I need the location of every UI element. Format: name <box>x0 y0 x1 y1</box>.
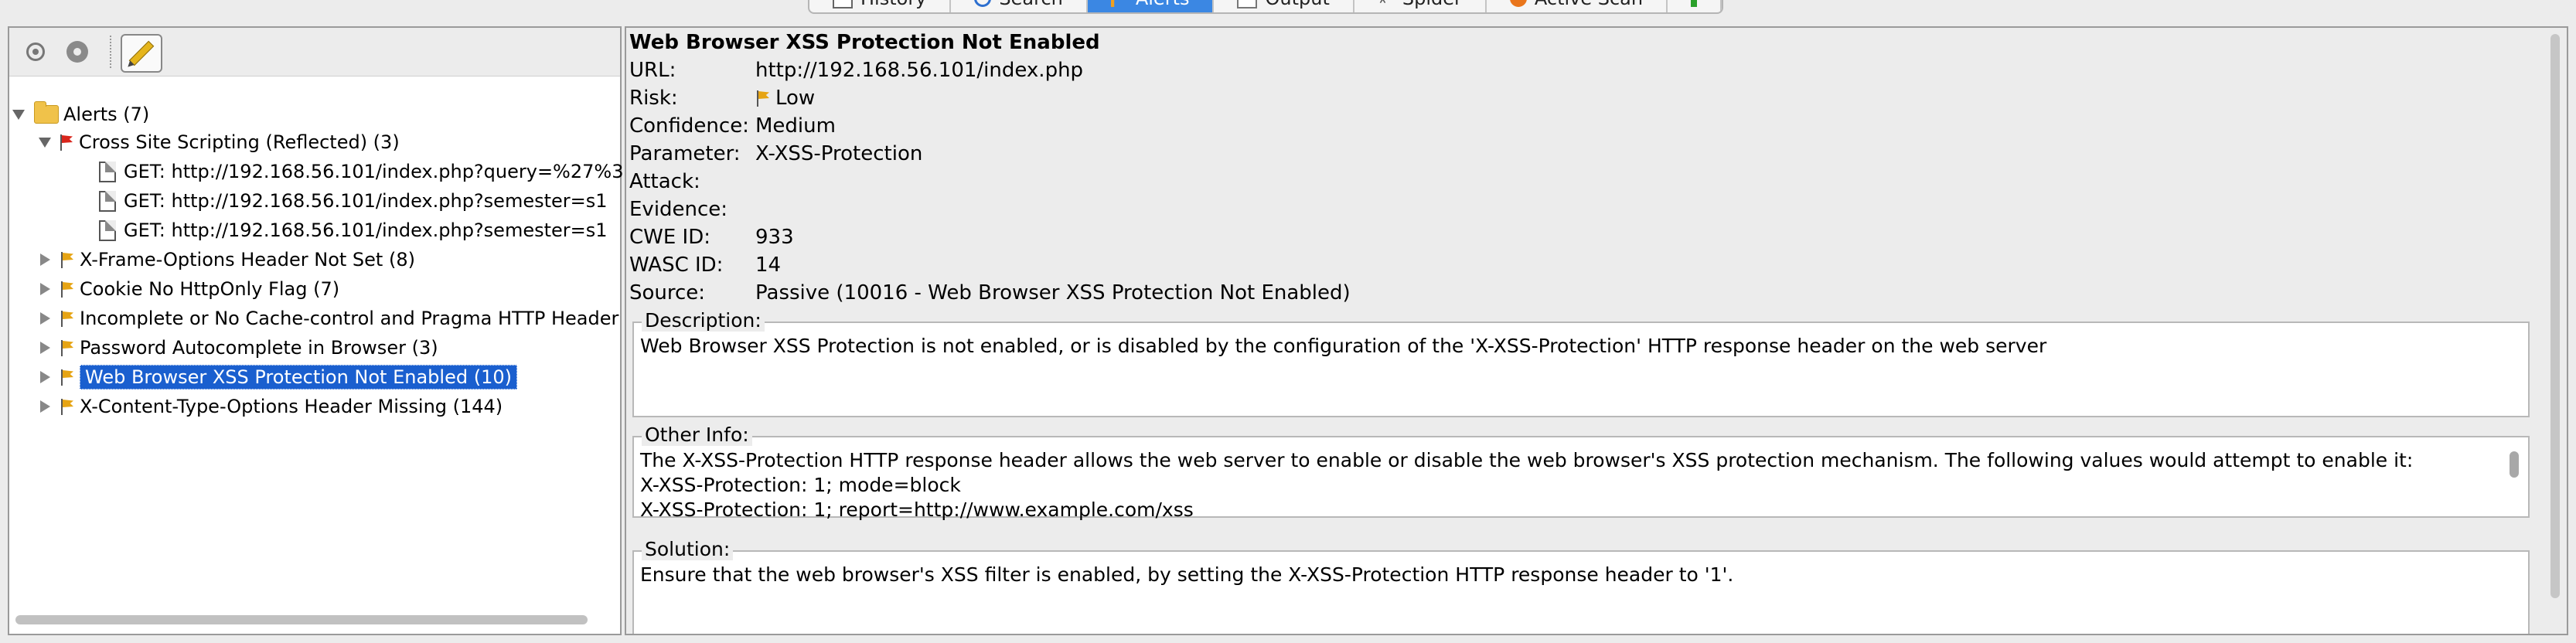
search-icon <box>974 0 992 7</box>
field-cwe-id: CWE ID: 933 <box>629 226 794 249</box>
low-risk-flag-icon <box>60 251 75 268</box>
other-info-legend: Other Info: <box>642 424 752 446</box>
tab-output[interactable]: Output <box>1214 0 1354 12</box>
top-tab-bar: History Search Alerts Output ⚹Spider Act… <box>0 0 2576 26</box>
tab-active-scan[interactable]: Active Scan <box>1487 0 1668 12</box>
expand-icon[interactable] <box>40 371 50 383</box>
tree-alert-xss-reflected[interactable]: Cross Site Scripting (Reflected) (3) <box>39 128 400 156</box>
tree-alert-cache-control[interactable]: Incomplete or No Cache-control and Pragm… <box>40 304 618 332</box>
folder-icon <box>34 101 59 124</box>
alerts-toolbar <box>9 28 620 77</box>
edit-alert-button[interactable] <box>121 34 162 73</box>
selected-alert-label: Web Browser XSS Protection Not Enabled (… <box>80 365 517 390</box>
low-risk-flag-icon <box>60 339 75 356</box>
tab-search[interactable]: Search <box>951 0 1088 12</box>
link-icon <box>66 41 88 63</box>
other-info-scrollbar[interactable] <box>2508 448 2520 510</box>
description-section: Description: Web Browser XSS Protection … <box>632 309 2530 417</box>
tree-horizontal-scrollbar[interactable] <box>11 612 612 629</box>
expand-icon[interactable] <box>40 253 50 266</box>
low-risk-flag-icon <box>755 90 771 107</box>
collapse-icon[interactable] <box>12 109 25 120</box>
tree-alert-x-frame-options[interactable]: X-Frame-Options Header Not Set (8) <box>40 246 415 274</box>
field-risk: Risk: Low <box>629 87 816 110</box>
scrollbar-thumb[interactable] <box>15 615 588 624</box>
active-scan-icon <box>1509 0 1527 7</box>
toolbar-separator <box>110 36 111 68</box>
alert-flag-icon <box>1110 0 1128 7</box>
low-risk-flag-icon <box>60 281 75 298</box>
expand-icon[interactable] <box>40 342 50 354</box>
document-icon <box>99 161 116 182</box>
scope-filter-button[interactable] <box>22 38 49 66</box>
low-risk-flag-icon <box>60 398 75 415</box>
solution-section: Solution: Ensure that the web browser's … <box>632 538 2530 634</box>
bottom-panel-tabs: History Search Alerts Output ⚹Spider Act… <box>808 0 1724 14</box>
link-with-sites-button[interactable] <box>63 38 91 66</box>
description-text[interactable]: Web Browser XSS Protection is not enable… <box>640 334 2046 359</box>
tree-alert-instance[interactable]: GET: http://192.168.56.101/index.php?sem… <box>99 187 608 215</box>
document-icon <box>99 219 116 241</box>
low-risk-flag-icon <box>60 369 75 386</box>
low-risk-flag-icon <box>60 310 75 327</box>
tree-alert-instance[interactable]: GET: http://192.168.56.101/index.php?que… <box>99 158 665 185</box>
field-parameter: Parameter: X-XSS-Protection <box>629 142 923 165</box>
field-source: Source: Passive (10016 - Web Browser XSS… <box>629 281 1351 304</box>
tree-root[interactable]: Alerts (7) <box>12 100 149 128</box>
tab-history[interactable]: History <box>809 0 952 12</box>
pencil-icon <box>128 40 155 66</box>
tab-add[interactable] <box>1668 0 1722 12</box>
field-confidence: Confidence: Medium <box>629 114 836 138</box>
high-risk-flag-icon <box>59 134 74 151</box>
tab-spider[interactable]: ⚹Spider <box>1354 0 1487 12</box>
expand-icon[interactable] <box>40 283 50 295</box>
document-icon <box>99 190 116 212</box>
history-icon <box>833 0 853 9</box>
description-legend: Description: <box>642 309 765 332</box>
alerts-tree-panel: Alerts (7) Cross Site Scripting (Reflect… <box>8 26 665 635</box>
solution-legend: Solution: <box>642 538 734 560</box>
tree-alert-xss-protection[interactable]: Web Browser XSS Protection Not Enabled (… <box>40 363 517 391</box>
scrollbar-thumb[interactable] <box>2510 451 2519 478</box>
tree-alert-x-content-type[interactable]: X-Content-Type-Options Header Missing (1… <box>40 393 503 420</box>
solution-text[interactable]: Ensure that the web browser's XSS filter… <box>640 563 1733 587</box>
tab-alerts[interactable]: Alerts <box>1087 0 1215 12</box>
other-info-text[interactable]: The X-XSS-Protection HTTP response heade… <box>640 448 2413 522</box>
target-icon <box>26 43 45 61</box>
detail-vertical-scrollbar[interactable] <box>2548 34 2562 621</box>
output-icon <box>1237 0 1258 9</box>
expand-icon[interactable] <box>40 312 50 325</box>
other-info-section: Other Info: The X-XSS-Protection HTTP re… <box>632 424 2530 521</box>
field-wasc-id: WASC ID: 14 <box>629 253 782 277</box>
tree-alert-cookie-httponly[interactable]: Cookie No HttpOnly Flag (7) <box>40 275 339 303</box>
field-url: URL: http://192.168.56.101/index.php <box>629 59 1084 82</box>
field-evidence: Evidence: <box>629 198 728 221</box>
add-tab-icon <box>1691 0 1698 7</box>
scrollbar-thumb[interactable] <box>2550 34 2560 598</box>
alert-detail-panel: Web Browser XSS Protection Not Enabled U… <box>625 26 2568 635</box>
spider-icon: ⚹ <box>1378 0 1395 7</box>
tree-alert-password-autocomplete[interactable]: Password Autocomplete in Browser (3) <box>40 334 438 362</box>
alert-title: Web Browser XSS Protection Not Enabled <box>629 31 1100 54</box>
expand-icon[interactable] <box>40 400 50 413</box>
collapse-icon[interactable] <box>39 137 51 148</box>
tree-alert-instance[interactable]: GET: http://192.168.56.101/index.php?sem… <box>99 216 608 244</box>
field-attack: Attack: <box>629 170 700 193</box>
